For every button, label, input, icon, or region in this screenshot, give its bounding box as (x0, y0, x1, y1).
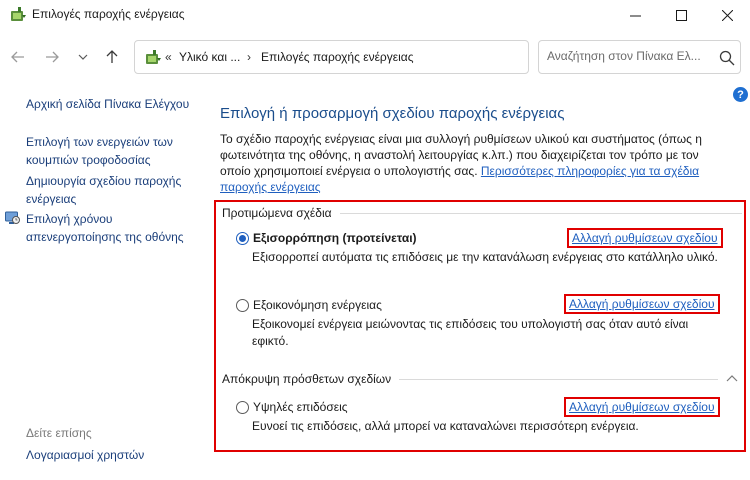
sidebar-item-control-panel-home[interactable]: Αρχική σελίδα Πίνακα Ελέγχου (26, 95, 189, 113)
change-plan-settings-link[interactable]: Αλλαγή ρυθμίσεων σχεδίου (564, 294, 720, 314)
page-title: Επιλογή ή προσαρμογή σχεδίου παροχής ενέ… (220, 105, 565, 122)
chevron-down-icon (78, 54, 88, 60)
see-also-heading: Δείτε επίσης (26, 426, 92, 440)
address-bar[interactable]: « Υλικό και ... › Επιλογές παροχής ενέργ… (134, 40, 654, 74)
plan-high-performance-name[interactable]: Υψηλές επιδόσεις (253, 400, 348, 414)
plan-high-performance-radio[interactable] (236, 401, 249, 414)
sidebar-item-user-accounts[interactable]: Λογαριασμοί χρηστών (26, 446, 144, 464)
close-icon (721, 9, 733, 21)
plan-power-saver-description: Εξοικονομεί ενέργεια μειώνοντας τις επιδ… (252, 317, 689, 348)
arrow-left-icon (11, 51, 24, 63)
chevron-up-icon[interactable] (726, 373, 738, 383)
up-button[interactable] (101, 46, 123, 68)
power-options-icon (146, 50, 161, 64)
search-input[interactable] (547, 49, 707, 63)
breadcrumb-item[interactable]: Επιλογές παροχής ενέργειας (261, 50, 413, 64)
sidebar-item-display-off[interactable]: Επιλογή χρόνου απενεργοποίησης της οθόνη… (26, 210, 201, 246)
plan-balanced-name[interactable]: Εξισορρόπηση (προτείνεται) (253, 231, 417, 245)
back-button[interactable] (7, 46, 29, 68)
maximize-button[interactable] (658, 0, 704, 30)
plan-power-saver-name[interactable]: Εξοικονόμηση ενέργειας (253, 298, 382, 312)
page-description: Το σχέδιο παροχής ενέργειας είναι μια συ… (220, 131, 725, 195)
title-bar: Επιλογές παροχής ενέργειας (0, 0, 750, 30)
preferred-plans-label: Προτιμώμενα σχέδια (222, 206, 340, 220)
sidebar-item-create-plan[interactable]: Δημιουργία σχεδίου παροχής ενέργειας (26, 172, 201, 208)
plan-high-performance-description: Ευνοεί τις επιδόσεις, αλλά μπορεί να κατ… (252, 419, 639, 433)
plan-power-saver-radio[interactable] (236, 299, 249, 312)
breadcrumb-item[interactable]: Υλικό και ... (179, 50, 240, 64)
hide-additional-plans-label[interactable]: Απόκρυψη πρόσθετων σχεδίων (222, 372, 400, 386)
close-button[interactable] (704, 0, 750, 30)
window-title: Επιλογές παροχής ενέργειας (32, 7, 185, 21)
search-icon (719, 50, 735, 66)
sidebar-item-power-buttons[interactable]: Επιλογή των ενεργειών των κουμπιών τροφο… (26, 133, 201, 169)
change-plan-settings-link[interactable]: Αλλαγή ρυθμίσεων σχεδίου (564, 397, 720, 417)
maximize-icon (675, 9, 687, 21)
minimize-icon (629, 15, 641, 16)
minimize-button[interactable] (612, 0, 658, 30)
monitor-clock-icon (5, 211, 20, 224)
arrow-up-icon (106, 50, 118, 63)
navigation-bar: « Υλικό και ... › Επιλογές παροχής ενέργ… (0, 38, 750, 74)
breadcrumb-overflow-icon[interactable]: « (165, 50, 172, 64)
power-options-icon (11, 7, 26, 21)
plan-balanced-description: Εξισορροπεί αυτόματα τις επιδόσεις με τη… (252, 250, 718, 264)
chevron-right-icon: › (247, 50, 251, 64)
arrow-right-icon (46, 51, 59, 63)
change-plan-settings-link[interactable]: Αλλαγή ρυθμίσεων σχεδίου (567, 228, 723, 248)
help-button[interactable]: ? (733, 87, 748, 102)
forward-button[interactable] (41, 46, 63, 68)
search-box[interactable] (538, 40, 741, 74)
recent-locations-button[interactable] (72, 46, 94, 68)
plan-balanced-radio[interactable] (236, 232, 249, 245)
